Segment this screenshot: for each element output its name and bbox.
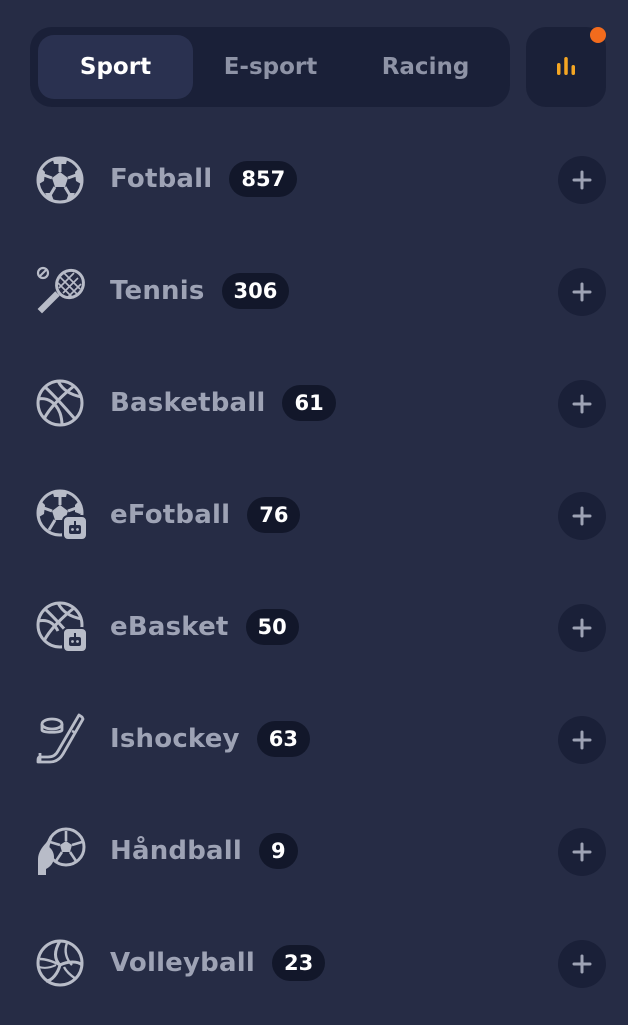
stats-button[interactable]	[526, 27, 606, 107]
event-count-badge: 61	[282, 385, 336, 421]
sport-row-efotball[interactable]: eFotball 76	[0, 459, 628, 571]
add-favorite-button[interactable]	[558, 492, 606, 540]
sport-row-fotball[interactable]: Fotball 857	[0, 123, 628, 235]
plus-icon	[572, 842, 592, 862]
sport-row-handball[interactable]: Håndball 9	[0, 795, 628, 907]
event-count-badge: 76	[247, 497, 301, 533]
plus-icon	[572, 730, 592, 750]
event-count-badge: 9	[259, 833, 298, 869]
add-favorite-button[interactable]	[558, 716, 606, 764]
event-count-badge: 50	[245, 609, 299, 645]
sport-name: Håndball	[110, 836, 243, 866]
sport-name: Volleyball	[110, 948, 255, 978]
tab-esport[interactable]: E-sport	[193, 35, 348, 99]
add-favorite-button[interactable]	[558, 156, 606, 204]
plus-icon	[572, 618, 592, 638]
bar-chart-icon	[557, 57, 575, 75]
plus-icon	[572, 394, 592, 414]
tab-sport[interactable]: Sport	[38, 35, 193, 99]
sport-name: Tennis	[110, 276, 205, 306]
add-favorite-button[interactable]	[558, 268, 606, 316]
add-favorite-button[interactable]	[558, 828, 606, 876]
soccer-ball-icon	[36, 153, 88, 205]
handball-icon	[36, 825, 88, 877]
sport-row-basketball[interactable]: Basketball 61	[0, 347, 628, 459]
sport-row-ebasket[interactable]: eBasket 50	[0, 571, 628, 683]
add-favorite-button[interactable]	[558, 380, 606, 428]
robot-badge-icon	[62, 627, 88, 653]
add-favorite-button[interactable]	[558, 940, 606, 988]
top-bar: Sport E-sport Racing	[30, 27, 606, 107]
ebasketball-icon	[36, 601, 88, 653]
sport-name: Ishockey	[110, 724, 240, 754]
plus-icon	[572, 170, 592, 190]
sport-list: Fotball 857 Tennis 306 Basketball 61 eFo…	[0, 123, 628, 1019]
category-tabs: Sport E-sport Racing	[30, 27, 510, 107]
event-count-badge: 63	[256, 721, 310, 757]
plus-icon	[572, 282, 592, 302]
sport-row-ishockey[interactable]: Ishockey 63	[0, 683, 628, 795]
add-favorite-button[interactable]	[558, 604, 606, 652]
tennis-racket-icon	[36, 265, 88, 317]
tab-racing[interactable]: Racing	[348, 35, 503, 99]
notification-dot	[590, 27, 606, 43]
sport-name: eBasket	[110, 612, 229, 642]
event-count-badge: 857	[229, 161, 298, 197]
sport-name: Fotball	[110, 164, 213, 194]
plus-icon	[572, 954, 592, 974]
esoccer-icon	[36, 489, 88, 541]
event-count-badge: 306	[221, 273, 290, 309]
sport-row-volleyball[interactable]: Volleyball 23	[0, 907, 628, 1019]
sport-name: Basketball	[110, 388, 266, 418]
robot-badge-icon	[62, 515, 88, 541]
plus-icon	[572, 506, 592, 526]
basketball-icon	[36, 377, 88, 429]
sport-name: eFotball	[110, 500, 231, 530]
ice-hockey-icon	[36, 713, 88, 765]
volleyball-icon	[36, 937, 88, 989]
sport-row-tennis[interactable]: Tennis 306	[0, 235, 628, 347]
event-count-badge: 23	[271, 945, 326, 981]
